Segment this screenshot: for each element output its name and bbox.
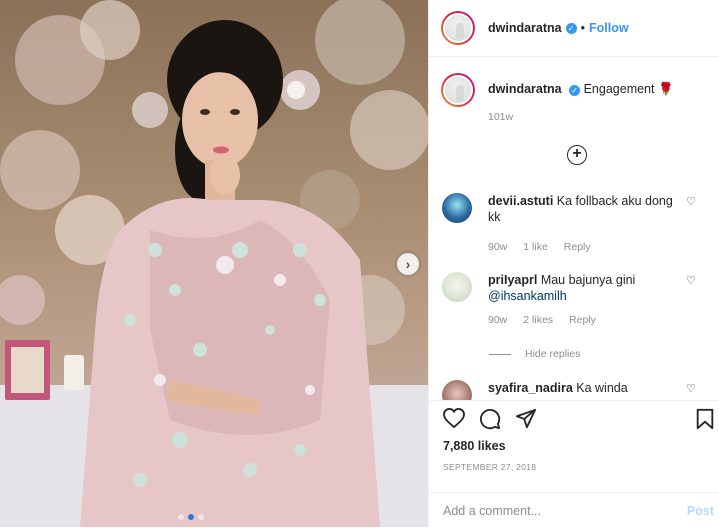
- comment-bubble-icon[interactable]: [479, 408, 501, 430]
- comment-item: priIyaprl Mau bajunya gini @ihsankamilh …: [442, 272, 712, 328]
- commenter-avatar[interactable]: [442, 193, 472, 223]
- load-more-comments-button[interactable]: +: [567, 145, 587, 165]
- commenter-avatar[interactable]: [442, 272, 472, 302]
- caption-text: Engagement 🌹: [583, 82, 674, 96]
- instagram-post: › dwindaratna ✓ • Follow dwindaratna ✓ E…: [0, 0, 719, 527]
- post-header: dwindaratna ✓ • Follow: [429, 0, 719, 57]
- caption-time: 101w: [488, 111, 514, 123]
- carousel-dot: [178, 514, 184, 520]
- hide-replies-button[interactable]: Hide replies: [489, 348, 580, 360]
- verified-badge-icon: ✓: [565, 22, 577, 34]
- carousel-indicator: [178, 514, 204, 520]
- photo-illustration: [0, 0, 428, 527]
- comment-time: 90w: [488, 314, 508, 326]
- comment-time: 90w: [488, 241, 508, 253]
- separator: •: [580, 21, 586, 35]
- plus-icon: +: [572, 145, 582, 162]
- like-comment-heart-icon[interactable]: ♡: [686, 382, 696, 395]
- share-send-icon[interactable]: [515, 408, 537, 429]
- comment-mention-link[interactable]: @ihsankamilh: [488, 288, 688, 304]
- follow-button[interactable]: Follow: [589, 21, 629, 35]
- chevron-right-icon: ›: [405, 256, 411, 272]
- post-details-panel: dwindaratna ✓ • Follow dwindaratna ✓ Eng…: [428, 0, 719, 527]
- post-actions: 7,880 likes SEPTEMBER 27, 2018 Post: [429, 400, 719, 527]
- add-comment-input[interactable]: [443, 503, 663, 518]
- comment-username[interactable]: syafira_nadira: [488, 381, 573, 395]
- carousel-dot: [198, 514, 204, 520]
- caption-avatar[interactable]: [441, 73, 475, 107]
- save-bookmark-icon[interactable]: [695, 408, 715, 430]
- header-username[interactable]: dwindaratna: [488, 21, 562, 35]
- divider: [489, 353, 511, 355]
- post-comment-button[interactable]: Post: [687, 504, 714, 518]
- caption-username[interactable]: dwindaratna: [488, 82, 562, 96]
- caption: dwindaratna ✓ Engagement 🌹 101w: [429, 57, 719, 123]
- likes-count[interactable]: 7,880 likes: [443, 439, 506, 453]
- hide-replies-label: Hide replies: [525, 348, 581, 360]
- comment-text: Mau bajunya gini: [540, 273, 636, 287]
- like-comment-heart-icon[interactable]: ♡: [686, 274, 696, 287]
- carousel-next-button[interactable]: ›: [397, 253, 419, 275]
- carousel-dot-active: [188, 514, 194, 520]
- reply-button[interactable]: Reply: [569, 312, 596, 328]
- comment-item: devii.astuti Ka follback aku dong kk 90w…: [442, 193, 712, 255]
- like-comment-heart-icon[interactable]: ♡: [686, 195, 696, 208]
- like-heart-icon[interactable]: [443, 408, 465, 428]
- comment-likes[interactable]: 2 likes: [523, 312, 553, 328]
- comment-text: Ka winda: [576, 381, 628, 395]
- comment-username[interactable]: devii.astuti: [488, 194, 553, 208]
- comment-likes[interactable]: 1 like: [523, 239, 548, 255]
- post-photo[interactable]: ›: [0, 0, 428, 527]
- reply-button[interactable]: Reply: [564, 239, 591, 255]
- add-comment-bar: Post: [429, 492, 719, 528]
- post-date: SEPTEMBER 27, 2018: [443, 462, 537, 472]
- avatar[interactable]: [441, 11, 475, 45]
- comment-username[interactable]: priIyaprl: [488, 273, 537, 287]
- verified-badge-icon: ✓: [569, 85, 581, 96]
